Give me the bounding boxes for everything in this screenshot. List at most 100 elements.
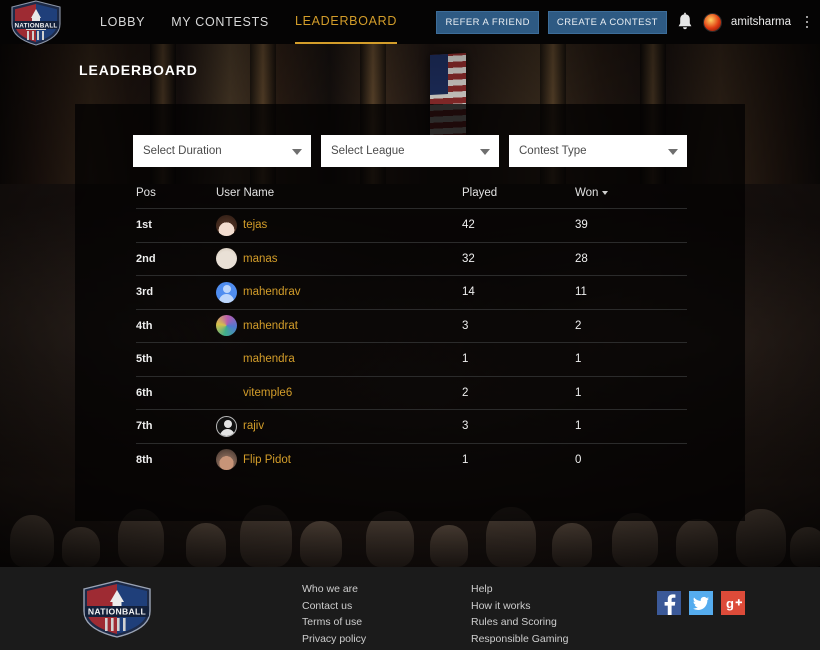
row-user-cell: vitemple6 [216,387,462,399]
row-played: 2 [462,386,469,399]
row-position: 8th [136,453,153,466]
footer-links-column-2: Help How it works Rules and Scoring Respons… [471,583,568,646]
row-played: 32 [462,252,475,265]
row-position: 1st [136,219,152,232]
row-avatar [216,248,237,270]
row-won: 1 [575,386,582,399]
row-played: 3 [462,319,469,332]
column-header-user: User Name [216,187,275,199]
page-title: LEADERBOARD [79,62,198,78]
row-played: 3 [462,420,469,433]
row-avatar [216,449,237,471]
table-row: 8th Flip Pidot 1 0 [136,442,687,477]
row-played: 14 [462,286,475,299]
table-header-row: Pos User Name Played Won [136,182,687,208]
row-username[interactable]: Flip Pidot [243,454,291,466]
googleplus-icon[interactable]: g [721,591,745,615]
column-header-played: Played [462,187,498,199]
svg-text:NATIONBALL: NATIONBALL [88,607,146,617]
footer-link[interactable]: Help [471,583,568,596]
nav-item-my-contests[interactable]: MY CONTESTS [171,0,269,44]
select-duration-value: Select Duration [143,145,222,157]
row-won: 1 [575,420,582,433]
row-position: 7th [136,420,153,433]
row-won: 11 [575,286,587,299]
chevron-down-icon [480,149,490,155]
footer-link[interactable]: Who we are [302,583,366,596]
nationball-logo[interactable]: NATIONBALL [8,0,64,46]
svg-text:NATIONBALL: NATIONBALL [14,22,57,29]
footer-link[interactable]: Rules and Scoring [471,616,568,629]
row-won: 39 [575,219,588,232]
shield-logo-icon: NATIONBALL [83,580,151,638]
footer-link[interactable]: Responsible Gaming [471,633,568,646]
row-position: 3rd [136,286,154,299]
row-avatar [216,214,237,236]
table-body: 1st tejas 42 39 2nd manas 32 28 3rd mahendrav 14 11… [136,208,687,476]
row-avatar [216,281,237,303]
row-user-cell: mahendra [216,353,462,365]
username-label[interactable]: amitsharma [731,16,791,28]
bell-glyph [678,12,692,30]
row-user-cell: Flip Pidot [216,449,462,471]
filter-bar: Select Duration Select League Contest Ty… [133,135,687,167]
social-links: g [657,591,745,615]
nav-item-lobby[interactable]: LOBBY [100,0,145,44]
row-played: 42 [462,219,475,232]
row-won: 2 [575,319,582,332]
nav-right-controls: REFER A FRIEND CREATE A CONTEST amitshar… [436,0,814,44]
select-league-dropdown[interactable]: Select League [321,135,499,167]
nav-links: LOBBY MY CONTESTS LEADERBOARD [100,0,398,44]
nav-item-leaderboard[interactable]: LEADERBOARD [294,0,398,44]
shield-logo-icon: NATIONBALL [11,0,61,46]
table-row: 7th rajiv 3 1 [136,409,687,443]
row-user-cell: mahendrav [216,281,462,303]
twitter-icon[interactable] [689,591,713,615]
svg-text:g: g [726,596,734,611]
contest-type-dropdown[interactable]: Contest Type [509,135,687,167]
row-username[interactable]: manas [243,253,278,265]
nav-label: LEADERBOARD [294,14,398,28]
column-header-won[interactable]: Won [575,187,687,199]
row-position: 2nd [136,252,156,265]
footer-link[interactable]: Privacy policy [302,633,366,646]
row-won: 28 [575,252,588,265]
notification-bell-icon[interactable] [676,12,694,32]
row-user-cell: rajiv [216,415,462,437]
row-username[interactable]: vitemple6 [243,387,292,399]
facebook-icon[interactable] [657,591,681,615]
refer-a-friend-button[interactable]: REFER A FRIEND [436,10,539,34]
sort-descending-icon [602,190,609,195]
column-header-won-label: Won [575,187,599,199]
footer-nationball-logo[interactable]: NATIONBALL [78,579,156,639]
row-username[interactable]: mahendrat [243,320,298,332]
select-duration-dropdown[interactable]: Select Duration [133,135,311,167]
user-avatar[interactable] [702,12,722,32]
table-row: 6th vitemple6 2 1 [136,375,687,410]
row-user-cell: tejas [216,214,462,236]
row-username[interactable]: mahendra [243,353,295,365]
footer-link[interactable]: Terms of use [302,616,366,629]
leaderboard-page: NATIONBALL LOBBY MY CONTESTS LEADERBOARD… [0,0,820,650]
row-position: 4th [136,319,153,332]
footer-link[interactable]: Contact us [302,600,366,613]
table-row: 3rd mahendrav 14 11 [136,275,687,309]
row-username[interactable]: rajiv [243,420,264,432]
row-username[interactable]: mahendrav [243,286,301,298]
nav-label: LOBBY [100,15,146,29]
more-options-icon[interactable] [800,10,814,34]
create-a-contest-button[interactable]: CREATE A CONTEST [547,10,667,34]
footer-link[interactable]: How it works [471,600,568,613]
row-username[interactable]: tejas [243,219,267,231]
contest-type-value: Contest Type [519,145,587,157]
column-header-pos: Pos [136,187,156,199]
table-row: 1st tejas 42 39 [136,208,687,242]
row-avatar [216,415,237,437]
chevron-down-icon [292,149,302,155]
table-row: 2nd manas 32 28 [136,241,687,276]
googleplus-glyph: g [721,591,745,615]
top-navigation-bar: NATIONBALL LOBBY MY CONTESTS LEADERBOARD… [0,0,820,46]
footer-links-column-1: Who we are Contact us Terms of use Privacy … [302,583,366,646]
select-league-value: Select League [331,145,405,157]
table-row: 4th mahendrat 3 2 [136,308,687,343]
